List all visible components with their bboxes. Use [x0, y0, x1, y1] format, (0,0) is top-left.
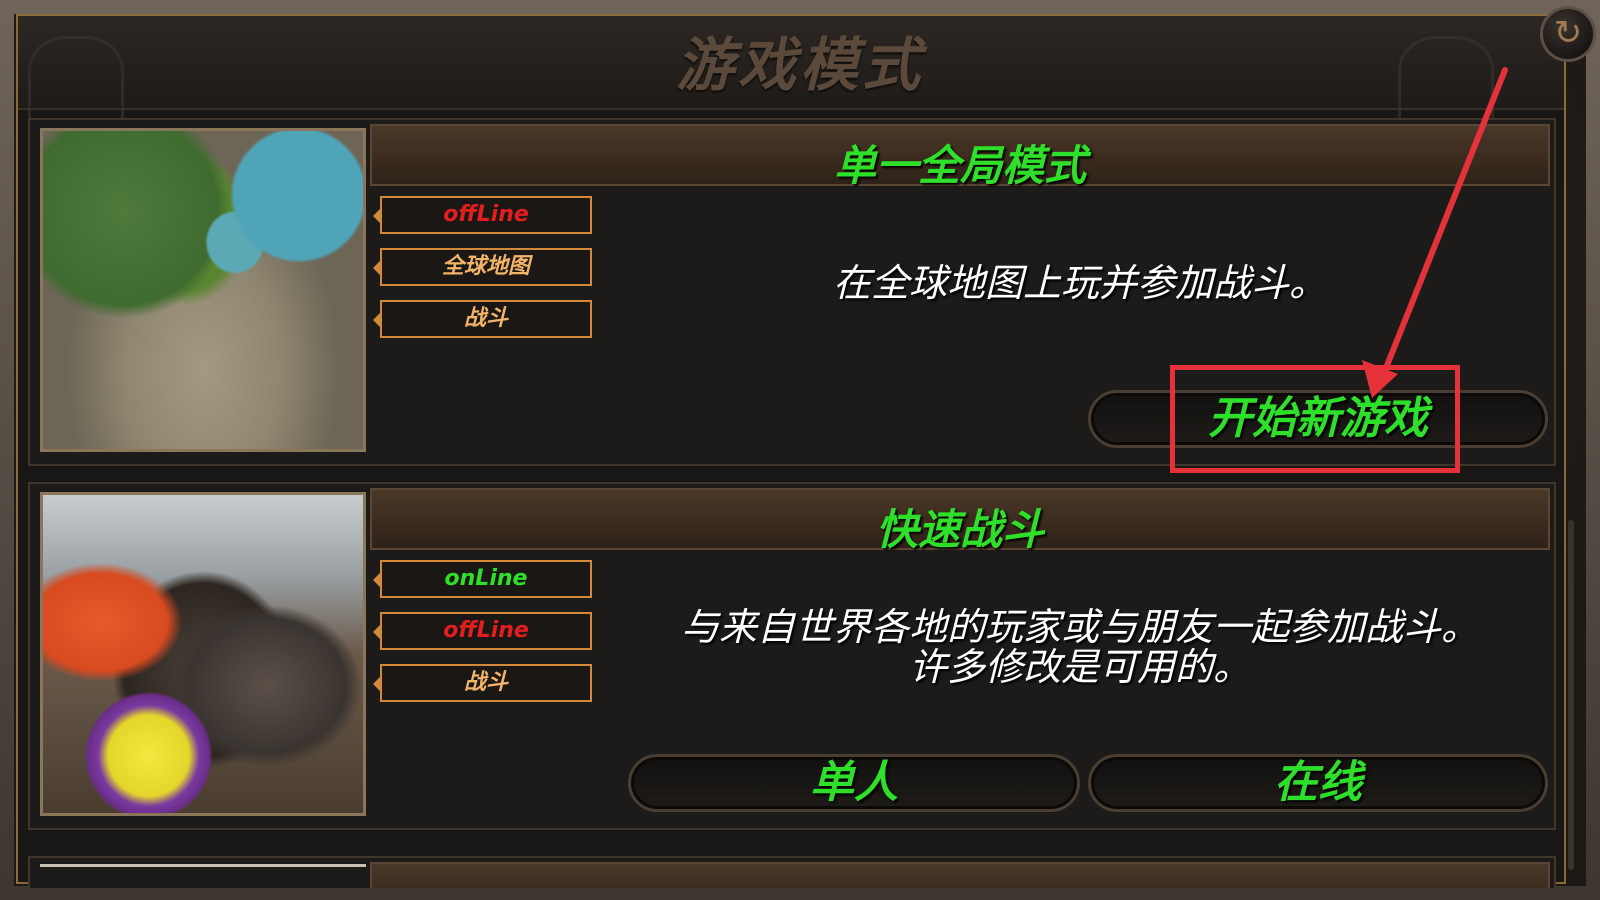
mode-description: 在全球地图上玩并参加战斗。	[832, 261, 1327, 305]
partial-header	[370, 862, 1550, 888]
battle-thumbnail	[40, 492, 366, 816]
single-player-button[interactable]: 单人	[628, 754, 1080, 812]
mode-card-quick-battle: 快速战斗 onLine offLine 战斗 与来自世界各地的玩家或与朋友一起参…	[28, 482, 1556, 830]
global-map-thumbnail	[40, 128, 366, 452]
mode-description-line2: 许多修改是可用的。	[908, 645, 1251, 689]
mode-list[interactable]: 单一全局模式 offLine 全球地图 战斗 在全球地图上玩并参加战斗。 开始新…	[28, 118, 1556, 888]
tag-global-map: 全球地图	[373, 248, 592, 286]
back-button[interactable]: ↻	[1540, 6, 1596, 62]
scrollbar[interactable]	[1568, 520, 1574, 870]
page-title: 游戏模式	[675, 31, 924, 99]
tag-battle: 战斗	[373, 664, 592, 702]
tag-online: onLine	[373, 560, 592, 598]
online-button[interactable]: 在线	[1088, 754, 1548, 812]
partial-thumbnail	[40, 864, 366, 888]
tag-offline: offLine	[373, 612, 592, 650]
tag-offline: offLine	[373, 196, 592, 234]
mode-header: 快速战斗	[370, 488, 1550, 554]
mode-title: 单一全局模式	[833, 141, 1086, 190]
mode-title: 快速战斗	[875, 505, 1044, 554]
back-arrow-icon: ↻	[1553, 13, 1583, 53]
mode-card-partial	[28, 856, 1556, 888]
highlight-box-annotation	[1170, 365, 1460, 473]
tag-battle: 战斗	[373, 300, 592, 338]
mode-header: 单一全局模式	[370, 124, 1550, 190]
